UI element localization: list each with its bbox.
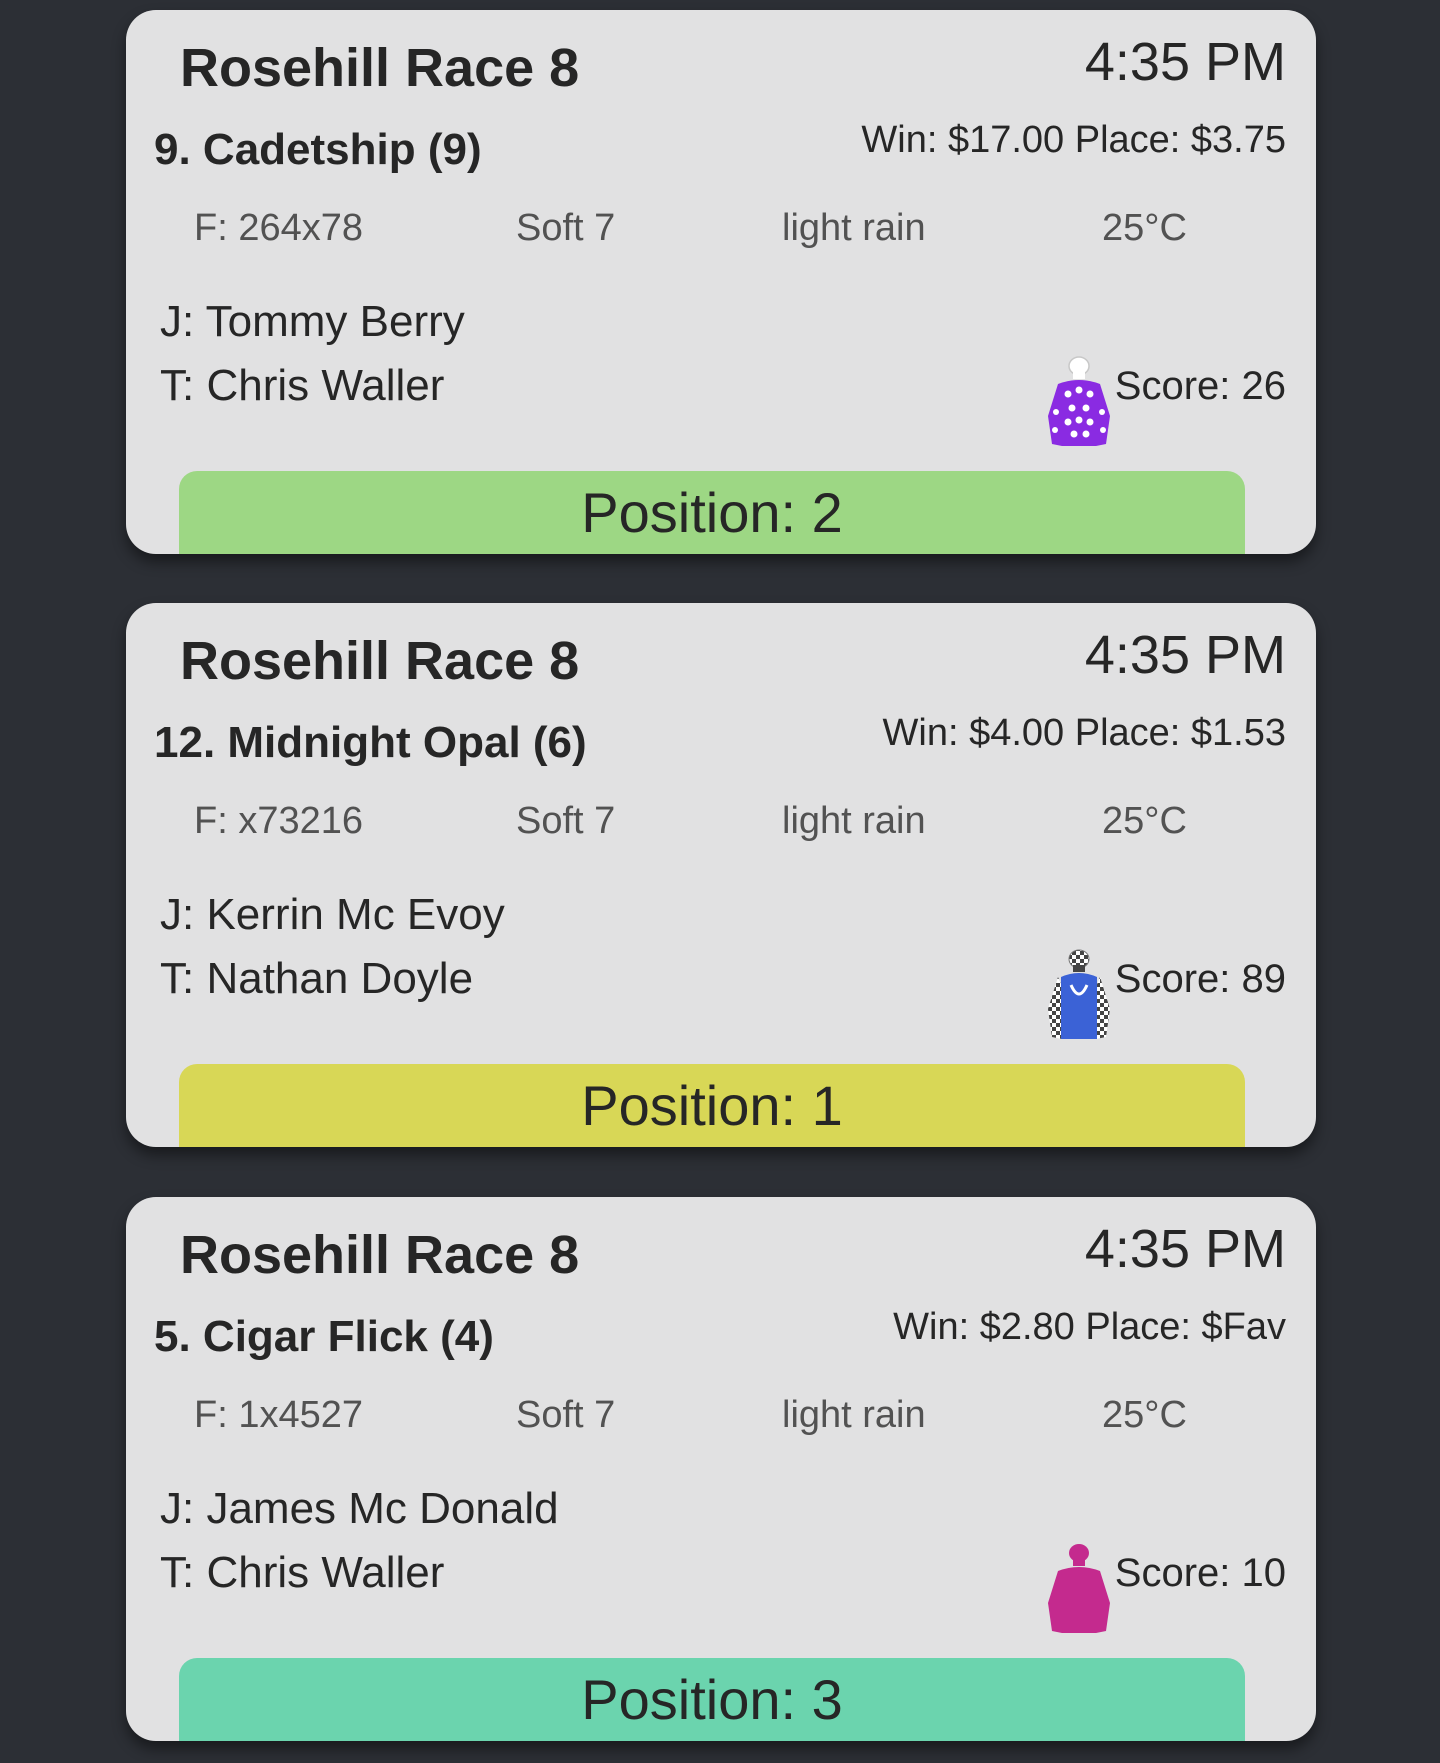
- race-card-2[interactable]: Rosehill Race 8 4:35 PM Win: $4.00 Place…: [126, 603, 1316, 1147]
- score-text: Score: 10: [1114, 1551, 1286, 1595]
- form-text: F: x73216: [194, 800, 363, 842]
- race-card-1[interactable]: Rosehill Race 8 4:35 PM Win: $17.00 Plac…: [126, 10, 1316, 554]
- trainer-name: T: Chris Waller: [160, 361, 445, 410]
- position-bar: Position: 3: [179, 1658, 1245, 1741]
- temperature-text: 25°C: [1102, 1394, 1187, 1436]
- odds-text: Win: $17.00 Place: $3.75: [861, 119, 1286, 161]
- position-bar: Position: 1: [179, 1064, 1245, 1147]
- track-condition: Soft 7: [516, 207, 616, 249]
- jockey-name: J: James Mc Donald: [160, 1484, 559, 1533]
- score-text: Score: 26: [1114, 364, 1286, 408]
- weather-text: light rain: [782, 1394, 926, 1436]
- form-text: F: 1x4527: [194, 1394, 363, 1436]
- race-venue-title: Rosehill Race 8: [180, 1225, 580, 1285]
- purple-stars-silk-icon: [1044, 354, 1114, 450]
- trainer-name: T: Nathan Doyle: [160, 954, 474, 1003]
- race-venue-title: Rosehill Race 8: [180, 38, 580, 98]
- track-condition: Soft 7: [516, 1394, 616, 1436]
- weather-text: light rain: [782, 800, 926, 842]
- race-time: 4:35 PM: [1084, 625, 1286, 685]
- weather-text: light rain: [782, 207, 926, 249]
- position-bar: Position: 2: [179, 471, 1245, 554]
- score-text: Score: 89: [1114, 957, 1286, 1001]
- trainer-name: T: Chris Waller: [160, 1548, 445, 1597]
- blue-checked-sleeves-silk-icon: [1044, 947, 1114, 1043]
- temperature-text: 25°C: [1102, 800, 1187, 842]
- race-card-3[interactable]: Rosehill Race 8 4:35 PM Win: $2.80 Place…: [126, 1197, 1316, 1741]
- magenta-silk-icon: [1044, 1541, 1114, 1637]
- race-time: 4:35 PM: [1084, 32, 1286, 92]
- runner-name: 5. Cigar Flick (4): [154, 1312, 494, 1361]
- odds-text: Win: $4.00 Place: $1.53: [882, 712, 1286, 754]
- jockey-name: J: Kerrin Mc Evoy: [160, 890, 505, 939]
- runner-name: 12. Midnight Opal (6): [154, 718, 587, 767]
- odds-text: Win: $2.80 Place: $Fav: [893, 1306, 1286, 1348]
- race-venue-title: Rosehill Race 8: [180, 631, 580, 691]
- runner-name: 9. Cadetship (9): [154, 125, 482, 174]
- temperature-text: 25°C: [1102, 207, 1187, 249]
- race-time: 4:35 PM: [1084, 1219, 1286, 1279]
- form-text: F: 264x78: [194, 207, 363, 249]
- track-condition: Soft 7: [516, 800, 616, 842]
- jockey-name: J: Tommy Berry: [160, 297, 465, 346]
